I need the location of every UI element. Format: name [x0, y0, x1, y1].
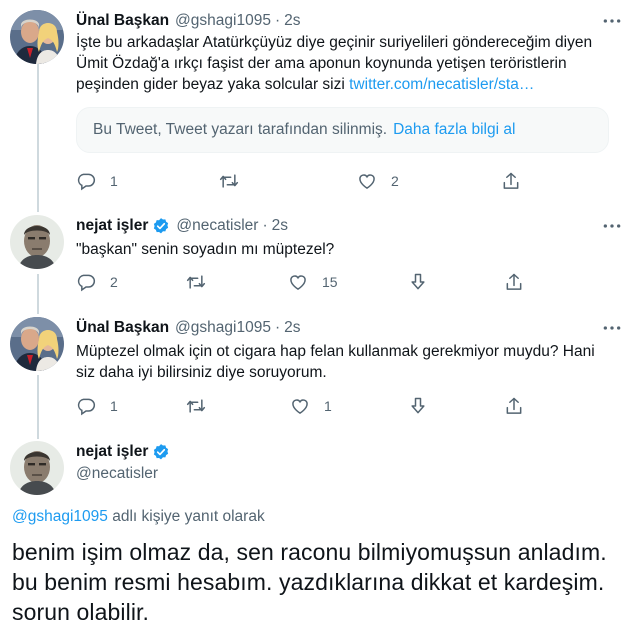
retweet-icon: [186, 396, 206, 416]
tweet[interactable]: nejat işler @necatisler · 2s "başkan" se…: [0, 215, 635, 300]
display-name[interactable]: Ünal Başkan: [76, 319, 169, 337]
like-count: 15: [322, 274, 338, 290]
like-button[interactable]: 1: [290, 395, 332, 417]
retweet-icon: [219, 171, 239, 191]
download-icon: [408, 272, 428, 292]
timestamp[interactable]: 2s: [284, 319, 300, 337]
tweet-header: Ünal Başkan @gshagi1095 · 2s: [76, 10, 301, 32]
download-button[interactable]: [408, 395, 428, 417]
reply-icon: [76, 396, 96, 416]
like-count: 2: [391, 173, 399, 189]
tweet-header: Ünal Başkan @gshagi1095 · 2s: [76, 317, 301, 339]
separator-dot: ·: [274, 12, 281, 29]
tweet-actions: 1 2: [76, 170, 536, 192]
share-button[interactable]: [501, 170, 521, 192]
user-handle[interactable]: @gshagi1095: [175, 12, 271, 30]
notice-text: Bu Tweet, Tweet yazarı tarafından silinm…: [93, 121, 388, 138]
more-icon[interactable]: [601, 217, 623, 235]
like-button[interactable]: 15: [288, 271, 338, 293]
reply-count: 2: [110, 274, 118, 290]
avatar[interactable]: [10, 317, 64, 371]
tweet-text: Müptezel olmak için ot cigara hap felan …: [76, 343, 595, 381]
reply-button[interactable]: 1: [76, 395, 118, 417]
timestamp[interactable]: 2s: [284, 12, 300, 30]
share-icon: [501, 171, 521, 191]
reply-icon: [76, 272, 96, 292]
user-handle[interactable]: @necatisler: [176, 217, 258, 235]
more-icon[interactable]: [601, 319, 623, 337]
avatar[interactable]: [10, 215, 64, 269]
tweet[interactable]: Ünal Başkan @gshagi1095 · 2s Müptezel ol…: [0, 317, 635, 422]
reply-button[interactable]: 2: [76, 271, 118, 293]
tweet-actions: 2 15: [76, 271, 536, 293]
like-icon: [290, 396, 310, 416]
tweet-header: nejat işler @necatisler · 2s: [76, 215, 288, 237]
main-tweet-text: benim işim olmaz da, sen raconu bilmiyom…: [12, 539, 607, 625]
share-button[interactable]: [504, 395, 524, 417]
retweet-button[interactable]: [186, 395, 206, 417]
reply-to-suffix: adlı kişiye yanıt olarak: [107, 508, 265, 525]
display-name[interactable]: nejat işler: [76, 443, 148, 461]
download-icon: [408, 396, 428, 416]
like-icon: [288, 272, 308, 292]
avatar[interactable]: [10, 10, 64, 64]
reply-count: 1: [110, 173, 118, 189]
display-name[interactable]: nejat işler: [76, 217, 148, 235]
display-name[interactable]: Ünal Başkan: [76, 12, 169, 30]
tweet-header: nejat işler: [76, 441, 170, 463]
like-count: 1: [324, 398, 332, 414]
reply-count: 1: [110, 398, 118, 414]
separator-dot: ·: [262, 217, 268, 234]
retweet-button[interactable]: [186, 271, 206, 293]
timestamp[interactable]: 2s: [272, 217, 288, 235]
reply-context: @gshagi1095 adlı kişiye yanıt olarak: [12, 508, 265, 526]
like-icon: [357, 171, 377, 191]
tweet-text: İşte bu arkadaşlar Atatürkçüyüz diye geç…: [76, 32, 621, 95]
reply-icon: [76, 171, 96, 191]
more-icon[interactable]: [601, 12, 623, 30]
user-handle[interactable]: @gshagi1095: [175, 319, 271, 337]
tweet-link[interactable]: twitter.com/necatisler/sta…: [349, 76, 534, 93]
learn-more-link[interactable]: Daha fazla bilgi al: [393, 121, 515, 139]
reply-button[interactable]: 1: [76, 170, 118, 192]
share-icon: [504, 396, 524, 416]
retweet-button[interactable]: [219, 170, 239, 192]
tweet[interactable]: Ünal Başkan @gshagi1095 · 2s İşte bu ark…: [0, 10, 635, 200]
verified-badge-icon: [152, 443, 170, 461]
deleted-tweet-notice: Bu Tweet, Tweet yazarı tarafından silinm…: [76, 107, 609, 153]
user-handle[interactable]: @necatisler: [76, 465, 158, 483]
download-button[interactable]: [408, 271, 428, 293]
share-button[interactable]: [504, 271, 524, 293]
share-icon: [504, 272, 524, 292]
avatar[interactable]: [10, 441, 64, 495]
tweet-text: "başkan" senin soyadın mı müptezel?: [76, 241, 335, 258]
separator-dot: ·: [274, 319, 281, 336]
tweet-actions: 1 1: [76, 395, 536, 417]
like-button[interactable]: 2: [357, 170, 399, 192]
verified-badge-icon: [152, 217, 170, 235]
retweet-icon: [186, 272, 206, 292]
main-tweet: nejat işler @necatisler: [0, 441, 635, 501]
reply-to-handle[interactable]: @gshagi1095: [12, 508, 108, 525]
